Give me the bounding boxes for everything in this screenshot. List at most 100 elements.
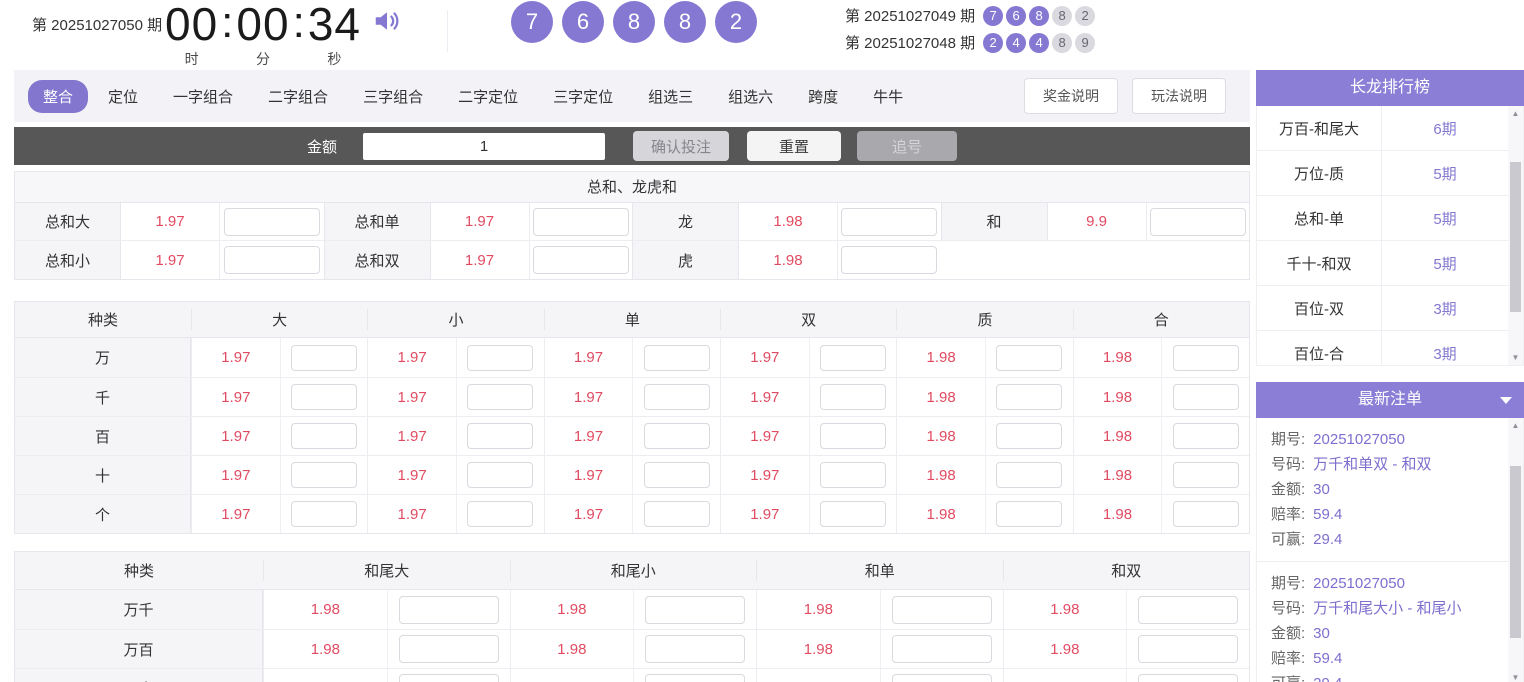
bet-amount-input[interactable] [996, 384, 1062, 410]
chase-number-button[interactable]: 追号 [857, 131, 957, 161]
draw-ball-small: 4 [1029, 33, 1049, 53]
dragon-row: 万位-质 5期 [1257, 151, 1508, 196]
bet-amount-input[interactable] [644, 345, 710, 371]
tab-niuniu[interactable]: 牛牛 [858, 80, 918, 113]
bet-entries: 期号: 20251027050 号码: 万千和单双 - 和双 金额: 30 [1257, 418, 1523, 682]
bet-amount-input[interactable] [892, 674, 992, 682]
tab-three-char-combo[interactable]: 三字组合 [348, 80, 438, 113]
bet-amount-input[interactable] [467, 345, 533, 371]
bet-amount-input[interactable] [467, 462, 533, 488]
bet-amount-input[interactable] [892, 596, 992, 624]
speaker-icon[interactable] [372, 6, 402, 40]
reset-button[interactable]: 重置 [747, 131, 841, 161]
bet-amount-input[interactable] [1173, 501, 1239, 527]
bet-amount-input[interactable] [1138, 674, 1238, 682]
bet-amount-input[interactable] [820, 384, 886, 410]
bet-amount-input[interactable] [467, 423, 533, 449]
bet-amount-input[interactable] [1138, 596, 1238, 624]
tab-two-char-position[interactable]: 二字定位 [443, 80, 533, 113]
scrollbar-thumb[interactable] [1510, 162, 1521, 312]
bet-amount-input[interactable] [644, 462, 710, 488]
bet-amount-input[interactable] [1150, 208, 1246, 236]
odds-value: 1.97 [721, 378, 809, 416]
tab-position[interactable]: 定位 [93, 80, 153, 113]
bet-amount-input[interactable] [892, 635, 992, 663]
bet-amount-input[interactable] [996, 345, 1062, 371]
bet-amount-input[interactable] [644, 423, 710, 449]
scrollbar[interactable]: ▲ ▼ [1508, 106, 1523, 365]
option-odds: 1.97 [121, 203, 219, 240]
bet-amount-input[interactable] [291, 345, 357, 371]
tab-two-char-combo[interactable]: 二字组合 [253, 80, 343, 113]
play-info-button[interactable]: 玩法说明 [1132, 78, 1226, 114]
tab-one-char-combo[interactable]: 一字组合 [158, 80, 248, 113]
scrollbar-thumb[interactable] [1510, 466, 1521, 638]
bet-amount-input[interactable] [996, 423, 1062, 449]
odds-value: 1.97 [368, 378, 456, 416]
tab-integrated[interactable]: 整合 [28, 80, 88, 113]
bet-amount-input[interactable] [1173, 462, 1239, 488]
previous-draw-row: 第 20251027049 期 768 82 [845, 3, 1095, 28]
bet-odds-value: 59.4 [1313, 502, 1342, 527]
bet-amount-input[interactable] [467, 384, 533, 410]
bet-amount-input[interactable] [399, 674, 499, 682]
bet-amount-input[interactable] [467, 501, 533, 527]
bet-amount-input[interactable] [996, 462, 1062, 488]
bet-amount-input[interactable] [645, 596, 745, 624]
odds-value: 1.98 [264, 630, 387, 668]
bet-amount-input[interactable] [533, 246, 629, 274]
scroll-down-icon[interactable]: ▼ [1508, 350, 1523, 365]
bet-amount-input[interactable] [291, 384, 357, 410]
bet-amount-input[interactable] [820, 345, 886, 371]
tab-span[interactable]: 跨度 [793, 80, 853, 113]
bet-amount-input[interactable] [820, 423, 886, 449]
bet-amount-input[interactable] [1138, 635, 1238, 663]
scroll-up-icon[interactable]: ▲ [1508, 418, 1523, 433]
field-label: 金额: [1271, 477, 1305, 502]
dragon-streak-count: 3期 [1381, 331, 1508, 366]
amount-input[interactable] [363, 133, 605, 160]
bet-amount-input[interactable] [645, 674, 745, 682]
bet-amount-input[interactable] [820, 462, 886, 488]
bet-option-sum-even: 总和双 1.97 [324, 241, 633, 279]
bet-amount-input[interactable] [820, 501, 886, 527]
digit-table-header: 种类 大 小 单 双 质 合 [15, 302, 1249, 338]
bet-amount-input[interactable] [291, 423, 357, 449]
bet-amount-input[interactable] [533, 208, 629, 236]
option-label: 虎 [633, 241, 739, 279]
bet-amount-input[interactable] [1173, 423, 1239, 449]
bet-amount-input[interactable] [291, 501, 357, 527]
bet-amount-input[interactable] [1173, 384, 1239, 410]
bet-cell: 1.98 [1073, 495, 1249, 533]
odds-value: 1.98 [264, 590, 387, 629]
scroll-down-icon[interactable]: ▼ [1508, 670, 1523, 682]
tab-group-three[interactable]: 组选三 [633, 80, 708, 113]
odds-value: 1.98 [511, 630, 634, 668]
bet-amount-input[interactable] [224, 208, 320, 236]
bet-amount-input[interactable] [399, 635, 499, 663]
bet-amount-input[interactable] [841, 208, 937, 236]
amount-label: 金额 [307, 136, 337, 157]
confirm-bet-button[interactable]: 确认投注 [633, 131, 729, 161]
current-issue-label: 第 20251027050 期 [32, 14, 162, 35]
bet-amount-input[interactable] [644, 501, 710, 527]
bet-amount-input[interactable] [291, 462, 357, 488]
column-header: 和尾大 [263, 560, 510, 581]
bet-amount-input[interactable] [224, 246, 320, 274]
prize-info-button[interactable]: 奖金说明 [1024, 78, 1118, 114]
bet-cell: 1.97 [544, 378, 720, 416]
bet-amount-input[interactable] [1173, 345, 1239, 371]
bet-cell: 1.97 [191, 417, 367, 455]
scroll-up-icon[interactable]: ▲ [1508, 106, 1523, 121]
bet-amount-input[interactable] [996, 501, 1062, 527]
tab-group-six[interactable]: 组选六 [713, 80, 788, 113]
chevron-down-icon[interactable] [1500, 397, 1512, 404]
bet-amount-input[interactable] [841, 246, 937, 274]
bet-amount-input[interactable] [644, 384, 710, 410]
tab-three-char-position[interactable]: 三字定位 [538, 80, 628, 113]
bet-cell: 1.97 [720, 338, 896, 377]
bet-amount-input[interactable] [645, 635, 745, 663]
scrollbar[interactable]: ▲ ▼ [1508, 418, 1523, 682]
bet-cell: 1.98 [1003, 669, 1250, 682]
bet-amount-input[interactable] [399, 596, 499, 624]
